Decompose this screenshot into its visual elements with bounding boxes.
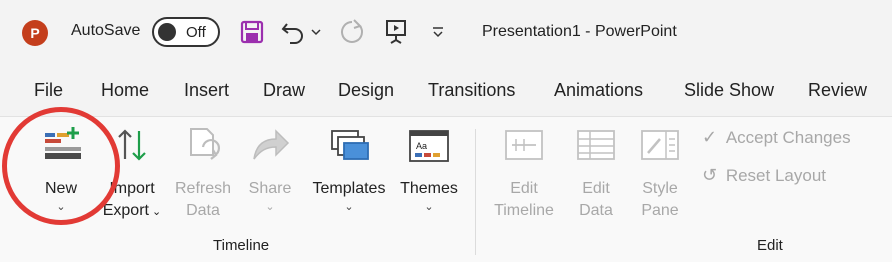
chevron-down-icon: ⌄ (344, 201, 354, 213)
edit-data-label-2: Data (579, 202, 613, 219)
ribbon-panel: New ⌄ Import Export ⌄ Refresh Data Share… (0, 116, 892, 262)
title-bar: P AutoSave Off Presentation1 - PowerPoin… (0, 0, 892, 66)
timeline-group-label: Timeline (213, 237, 270, 254)
export-label: Export ⌄ (102, 202, 162, 219)
chevron-down-icon: ⌄ (56, 201, 66, 213)
edit-timeline-label-2: Timeline (494, 202, 554, 219)
edit-timeline-button[interactable]: Edit Timeline (486, 125, 562, 222)
import-export-icon (118, 129, 146, 161)
refresh-data-button[interactable]: Refresh Data (170, 125, 236, 222)
import-export-button[interactable]: Import Export ⌄ (98, 125, 166, 223)
edit-timeline-icon (505, 130, 543, 160)
redo-icon (338, 18, 366, 46)
ribbon-tabs: File Home Insert Draw Design Transitions… (0, 66, 892, 114)
svg-text:Aa: Aa (416, 141, 427, 151)
themes-label: Themes (400, 180, 458, 197)
refresh-label: Refresh (174, 180, 232, 197)
edit-data-label: Edit (582, 180, 610, 197)
chevron-down-icon: ⌄ (424, 201, 434, 213)
style-label: Style (642, 180, 678, 197)
tab-home[interactable]: Home (101, 80, 149, 101)
undo-dropdown-icon[interactable] (308, 18, 324, 46)
tab-slide-show[interactable]: Slide Show (684, 80, 774, 101)
edit-timeline-label: Edit (510, 180, 538, 197)
share-arrow-icon (253, 129, 290, 160)
pane-label: Pane (641, 202, 679, 219)
style-pane-button[interactable]: Style Pane (632, 125, 688, 222)
share-button[interactable]: Share ⌄ (242, 125, 298, 214)
checkmark-icon: ✓ (702, 127, 718, 147)
group-divider (475, 129, 476, 255)
refresh-data-icon (190, 128, 220, 160)
powerpoint-window: P AutoSave Off Presentation1 - PowerPoin… (0, 0, 892, 262)
themes-button[interactable]: Aa Themes ⌄ (396, 125, 462, 214)
new-button[interactable]: New ⌄ (30, 125, 92, 214)
accept-changes-label: Accept Changes (725, 128, 851, 147)
reset-layout-button[interactable]: ↺ Reset Layout (702, 165, 826, 186)
autosave-label: AutoSave (71, 22, 141, 39)
tab-draw[interactable]: Draw (263, 80, 305, 101)
reset-icon: ↺ (702, 165, 718, 185)
save-icon[interactable] (238, 18, 266, 46)
chevron-down-icon: ⌄ (265, 201, 275, 213)
tab-insert[interactable]: Insert (184, 80, 229, 101)
tab-transitions[interactable]: Transitions (428, 80, 515, 101)
new-label: New (44, 180, 77, 197)
share-label: Share (248, 180, 292, 197)
import-label: Import (109, 180, 155, 197)
templates-label: Templates (312, 180, 386, 197)
style-pane-icon (641, 130, 679, 160)
templates-button[interactable]: Templates ⌄ (306, 125, 392, 214)
tab-review[interactable]: Review (808, 80, 867, 101)
reset-layout-label: Reset Layout (725, 166, 827, 185)
tab-design[interactable]: Design (338, 80, 394, 101)
autosave-toggle[interactable]: Off (152, 17, 220, 47)
templates-icon (331, 130, 369, 160)
present-from-start-icon[interactable] (382, 18, 410, 46)
themes-icon: Aa (409, 130, 449, 162)
powerpoint-logo-icon: P (22, 20, 48, 46)
customize-toolbar-icon[interactable] (424, 18, 452, 46)
document-title: Presentation1 - PowerPoint (482, 23, 677, 40)
toggle-knob (158, 23, 176, 41)
autosave-state: Off (186, 24, 206, 41)
tab-file[interactable]: File (34, 80, 63, 101)
edit-data-icon (577, 130, 615, 160)
edit-data-button[interactable]: Edit Data (568, 125, 624, 222)
new-timeline-icon (45, 127, 81, 159)
tab-animations[interactable]: Animations (554, 80, 643, 101)
refresh-data-label: Data (186, 202, 220, 219)
undo-icon[interactable] (280, 18, 308, 46)
accept-changes-button[interactable]: ✓ Accept Changes (702, 127, 851, 148)
edit-group-label: Edit (757, 237, 783, 254)
